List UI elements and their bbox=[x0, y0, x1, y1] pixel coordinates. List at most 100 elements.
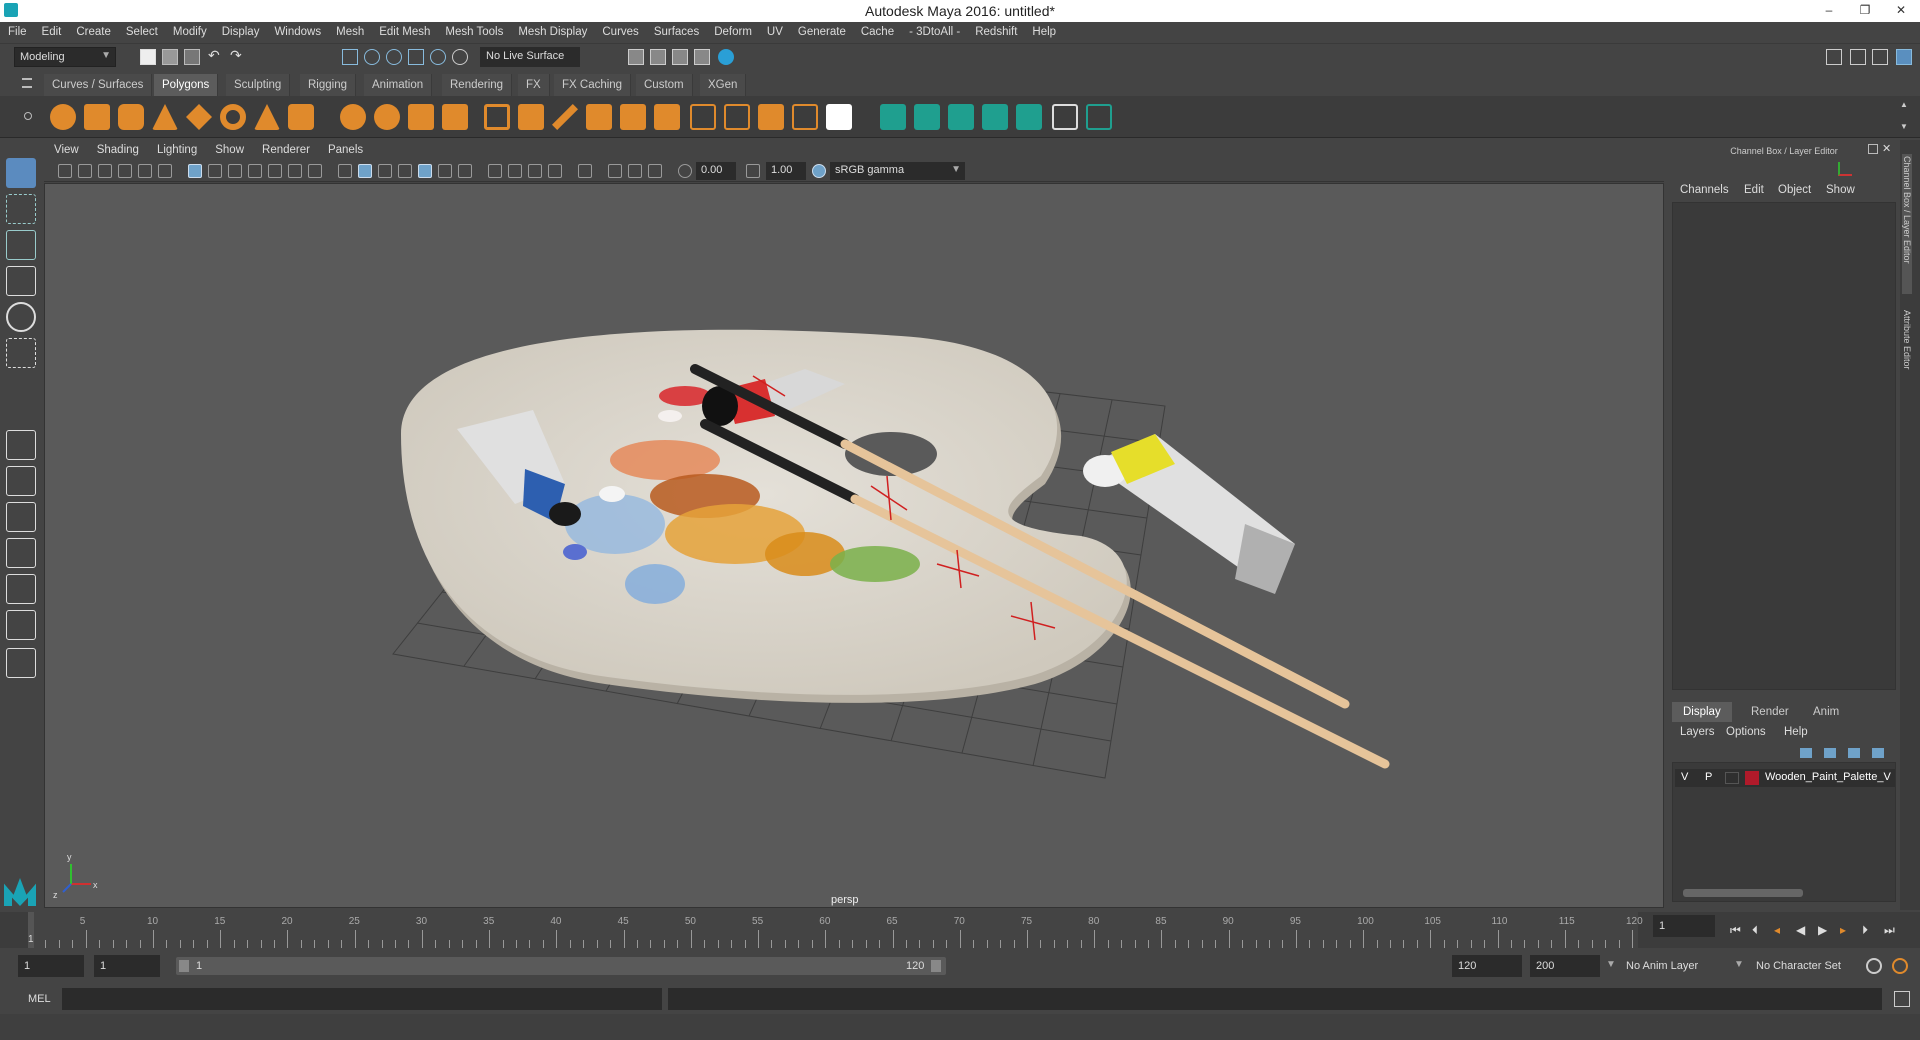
smooth-icon[interactable] bbox=[442, 104, 468, 130]
ipr-render-icon[interactable] bbox=[650, 49, 666, 65]
layer-visibility-toggle[interactable]: V bbox=[1681, 771, 1688, 783]
isolate-select-icon[interactable] bbox=[578, 164, 592, 178]
shelf-menu-icon[interactable] bbox=[22, 78, 32, 88]
poly-cube-icon[interactable] bbox=[84, 104, 110, 130]
channel-box-side-tab[interactable]: Channel Box / Layer Editor bbox=[1902, 154, 1912, 294]
image-plane-icon[interactable] bbox=[118, 164, 132, 178]
hypershade-icon[interactable] bbox=[694, 49, 710, 65]
menu-mesh[interactable]: Mesh bbox=[328, 22, 371, 38]
uv-layout-icon[interactable] bbox=[1086, 104, 1112, 130]
range-end-handle[interactable] bbox=[931, 960, 941, 972]
menu-modify[interactable]: Modify bbox=[165, 22, 214, 38]
four-view-layout-icon[interactable] bbox=[6, 466, 36, 496]
menu-edit[interactable]: Edit bbox=[34, 22, 69, 38]
poly-pipe-icon[interactable] bbox=[288, 104, 314, 130]
close-panel-icon[interactable]: ✕ bbox=[1882, 142, 1891, 155]
go-to-end-icon[interactable]: ⏭ bbox=[1884, 923, 1895, 938]
grid-icon[interactable] bbox=[188, 164, 202, 178]
show-menu[interactable]: Show bbox=[205, 142, 252, 156]
bookmark-icon[interactable] bbox=[98, 164, 112, 178]
textured-icon[interactable] bbox=[418, 164, 432, 178]
paint-select-icon[interactable] bbox=[386, 49, 402, 65]
channels-menu[interactable]: Channels bbox=[1680, 184, 1729, 196]
snap-point-icon[interactable] bbox=[452, 49, 468, 65]
play-backwards-icon[interactable]: ◀ bbox=[1796, 923, 1805, 937]
step-forward-frame-icon[interactable]: ⏵ bbox=[1862, 923, 1868, 938]
menu-display[interactable]: Display bbox=[214, 22, 267, 38]
attribute-editor-side-tab[interactable]: Attribute Editor bbox=[1902, 310, 1912, 430]
animation-end-field[interactable]: 200 bbox=[1530, 955, 1600, 977]
playback-end-field[interactable]: 120 bbox=[1452, 955, 1522, 977]
move-tool-icon[interactable] bbox=[6, 266, 36, 296]
hypershade-layout-icon[interactable] bbox=[6, 610, 36, 640]
use-all-lights-icon[interactable] bbox=[438, 164, 452, 178]
undo-icon[interactable]: ↶ bbox=[208, 47, 224, 63]
combine-icon[interactable] bbox=[340, 104, 366, 130]
save-scene-icon[interactable] bbox=[184, 49, 200, 65]
menu-windows[interactable]: Windows bbox=[266, 22, 328, 38]
shelf-scroll-down-icon[interactable]: ▼ bbox=[1900, 122, 1908, 131]
playback-start-field[interactable]: 1 bbox=[94, 955, 160, 977]
default-material-icon[interactable] bbox=[378, 164, 392, 178]
poly-sphere-icon[interactable] bbox=[50, 104, 76, 130]
menu-edit-mesh[interactable]: Edit Mesh bbox=[371, 22, 437, 38]
single-perspective-layout-icon[interactable] bbox=[6, 430, 36, 460]
range-slider[interactable]: 1 120 bbox=[176, 957, 946, 975]
view-menu[interactable]: View bbox=[44, 142, 87, 156]
perspective-viewport[interactable]: x y z persp bbox=[44, 183, 1664, 908]
lasso-select-icon[interactable] bbox=[364, 49, 380, 65]
custom-layout-icon[interactable] bbox=[6, 648, 36, 678]
depth-of-field-icon[interactable] bbox=[548, 164, 562, 178]
rotate-tool-icon[interactable] bbox=[6, 302, 36, 332]
merge-icon[interactable] bbox=[792, 104, 818, 130]
time-slider[interactable]: 5 10 15 20 25 30 35 40 45 50 55 60 65 70 75 80 85 90 95 100… bbox=[0, 912, 1650, 948]
collapse-icon[interactable] bbox=[826, 104, 852, 130]
object-menu[interactable]: Object bbox=[1778, 184, 1811, 196]
shelf-settings-icon[interactable] bbox=[24, 112, 32, 120]
wireframe-icon[interactable] bbox=[338, 164, 352, 178]
render-settings-icon[interactable] bbox=[672, 49, 688, 65]
live-surface-field[interactable]: No Live Surface bbox=[480, 47, 580, 67]
current-frame-field[interactable]: 1 bbox=[1653, 915, 1715, 937]
camera-select-icon[interactable] bbox=[58, 164, 72, 178]
script-editor-icon[interactable] bbox=[1894, 991, 1910, 1007]
mirror-icon[interactable] bbox=[408, 104, 434, 130]
layer-name[interactable]: Wooden_Paint_Palette_V bbox=[1765, 771, 1893, 783]
tab-sculpting[interactable]: Sculpting bbox=[226, 74, 291, 96]
xray-components-icon[interactable] bbox=[648, 164, 662, 178]
channel-box[interactable] bbox=[1672, 202, 1896, 690]
modeling-toolkit-icon[interactable] bbox=[1826, 49, 1842, 65]
gamma-icon[interactable] bbox=[746, 164, 760, 178]
wooden-paint-palette[interactable] bbox=[401, 329, 1390, 769]
poly-torus-icon[interactable] bbox=[220, 104, 246, 130]
attribute-editor-icon[interactable] bbox=[1850, 49, 1866, 65]
tab-render[interactable]: Render bbox=[1740, 702, 1800, 722]
show-menu[interactable]: Show bbox=[1826, 184, 1855, 196]
step-back-frame-icon[interactable]: ⏴ bbox=[1752, 923, 1758, 938]
fill-hole-icon[interactable] bbox=[654, 104, 680, 130]
target-weld-icon[interactable] bbox=[758, 104, 784, 130]
scene-canvas[interactable]: x y z bbox=[45, 184, 1664, 908]
safe-title-icon[interactable] bbox=[308, 164, 322, 178]
tab-fx-caching[interactable]: FX Caching bbox=[554, 74, 632, 96]
wireframe-on-shaded-icon[interactable] bbox=[398, 164, 412, 178]
render-current-icon[interactable] bbox=[628, 49, 644, 65]
gamma-field[interactable]: 1.00 bbox=[766, 162, 806, 180]
layer-row[interactable]: V P Wooden_Paint_Palette_V bbox=[1675, 769, 1895, 787]
film-gate-icon[interactable] bbox=[208, 164, 222, 178]
layer-playback-toggle[interactable]: P bbox=[1705, 771, 1712, 783]
tab-animation[interactable]: Animation bbox=[364, 74, 433, 96]
tab-fx[interactable]: FX bbox=[518, 74, 550, 96]
move-layer-up-icon[interactable] bbox=[1800, 748, 1812, 758]
menu-surfaces[interactable]: Surfaces bbox=[646, 22, 706, 38]
two-d-pan-zoom-icon[interactable] bbox=[138, 164, 152, 178]
tab-display[interactable]: Display bbox=[1672, 702, 1732, 722]
close-button[interactable]: ✕ bbox=[1886, 0, 1916, 22]
redo-icon[interactable]: ↷ bbox=[230, 47, 246, 63]
uv-editor-icon[interactable] bbox=[1016, 104, 1042, 130]
range-start-handle[interactable] bbox=[179, 960, 189, 972]
float-panel-icon[interactable] bbox=[1868, 144, 1878, 154]
poly-prism-icon[interactable] bbox=[254, 104, 280, 130]
step-back-key-icon[interactable]: ◂ bbox=[1774, 923, 1780, 937]
shading-menu[interactable]: Shading bbox=[87, 142, 147, 156]
